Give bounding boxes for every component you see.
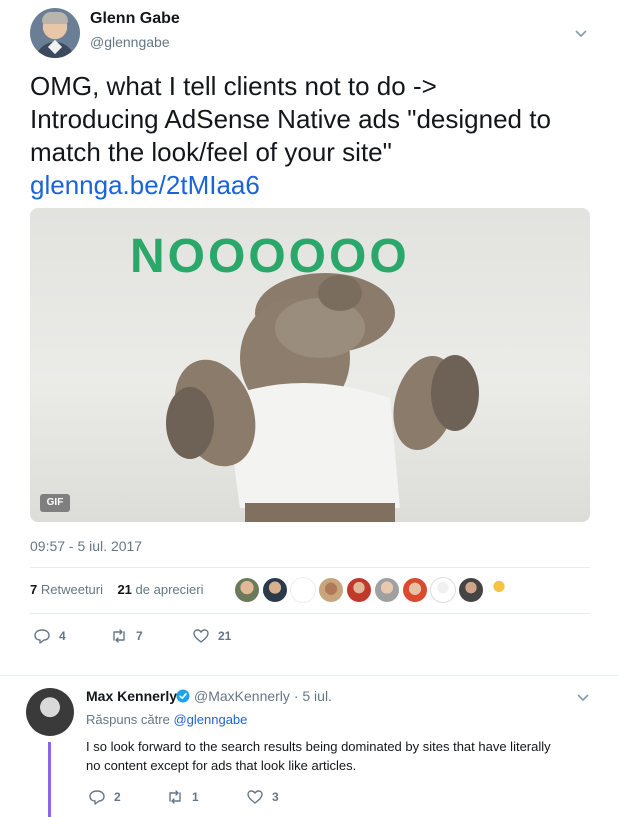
liker-avatar[interactable] — [262, 577, 288, 603]
retweet-action[interactable]: 1 — [166, 788, 199, 806]
heart-icon — [247, 790, 263, 804]
tweet-text-line: Introducing AdSense Native ads "designed… — [30, 104, 551, 134]
liker-avatar[interactable] — [458, 577, 484, 603]
liker-avatar[interactable] — [318, 577, 344, 603]
liker-avatar[interactable] — [346, 577, 372, 603]
reply-date[interactable]: 5 iul. — [302, 688, 332, 704]
verified-badge-icon — [176, 689, 190, 703]
retweet-count: 1 — [192, 790, 199, 804]
gif-caption-text: NOOOOOO — [130, 230, 410, 283]
like-count: 3 — [272, 790, 279, 804]
meta-dot: · — [293, 688, 299, 704]
reply-icon — [89, 790, 105, 805]
reply-author-name[interactable]: Max Kennerly — [86, 688, 177, 704]
reply-text-line: no content except for ads that look like… — [86, 758, 357, 773]
reply-meta: @MaxKennerly · 5 iul. — [194, 688, 332, 704]
reply-action[interactable]: 2 — [88, 788, 121, 806]
chevron-down-icon[interactable] — [574, 26, 588, 40]
liker-avatar[interactable] — [290, 577, 316, 603]
replying-to: Răspuns către @glenngabe — [86, 712, 247, 727]
tweet-separator — [0, 675, 618, 676]
like-action[interactable]: 21 — [192, 627, 231, 645]
liker-avatar[interactable] — [430, 577, 456, 603]
retweet-icon — [169, 790, 181, 804]
retweets-count[interactable]: 7 — [30, 582, 37, 597]
liker-avatar[interactable] — [234, 577, 260, 603]
liker-avatar[interactable] — [486, 577, 512, 603]
replying-to-mention[interactable]: @glenngabe — [173, 712, 247, 727]
reply-count: 4 — [59, 629, 66, 643]
reply-count: 2 — [114, 790, 121, 804]
like-action[interactable]: 3 — [246, 788, 279, 806]
divider — [30, 567, 590, 568]
reply-icon — [34, 629, 50, 644]
divider — [30, 613, 590, 614]
retweet-count: 7 — [136, 629, 143, 643]
retweet-action[interactable]: 7 — [110, 627, 143, 645]
tweet-text-line: match the look/feel of your site" — [30, 137, 392, 167]
tweet-stats: 7 Retweeturi 21 de aprecieri — [30, 582, 203, 597]
tweet-text-line: OMG, what I tell clients not to do -> — [30, 71, 437, 101]
tweet-text: OMG, what I tell clients not to do -> In… — [30, 70, 600, 202]
reply-author-handle[interactable]: @MaxKennerly — [194, 688, 290, 704]
retweets-label[interactable]: Retweeturi — [41, 582, 103, 597]
reply-action[interactable]: 4 — [33, 627, 66, 645]
author-avatar[interactable] — [30, 8, 80, 58]
reply-author-avatar[interactable] — [26, 688, 74, 736]
chevron-down-icon[interactable] — [576, 690, 590, 704]
liker-avatar[interactable] — [374, 577, 400, 603]
gif-frame-illustration: NOOOOOO — [130, 230, 479, 522]
likes-count[interactable]: 21 — [117, 582, 131, 597]
likes-label[interactable]: de aprecieri — [136, 582, 204, 597]
reply-text: I so look forward to the search results … — [86, 737, 596, 775]
tweet-link[interactable]: glennga.be/2tMIaa6 — [30, 169, 600, 202]
author-name[interactable]: Glenn Gabe — [90, 10, 180, 28]
tweet-timestamp[interactable]: 09:57 - 5 iul. 2017 — [30, 538, 142, 554]
heart-icon — [193, 629, 209, 643]
liker-avatar[interactable] — [402, 577, 428, 603]
author-handle[interactable]: @glenngabe — [90, 34, 170, 50]
gif-badge: GIF — [40, 494, 70, 512]
thread-line — [48, 742, 51, 817]
avatar-hair — [42, 12, 68, 24]
reply-text-line: I so look forward to the search results … — [86, 739, 551, 754]
replying-to-label: Răspuns către — [86, 712, 170, 727]
gif-media[interactable]: NOOOOOO GIF — [30, 208, 590, 522]
like-count: 21 — [218, 629, 232, 643]
retweet-icon — [113, 629, 125, 643]
